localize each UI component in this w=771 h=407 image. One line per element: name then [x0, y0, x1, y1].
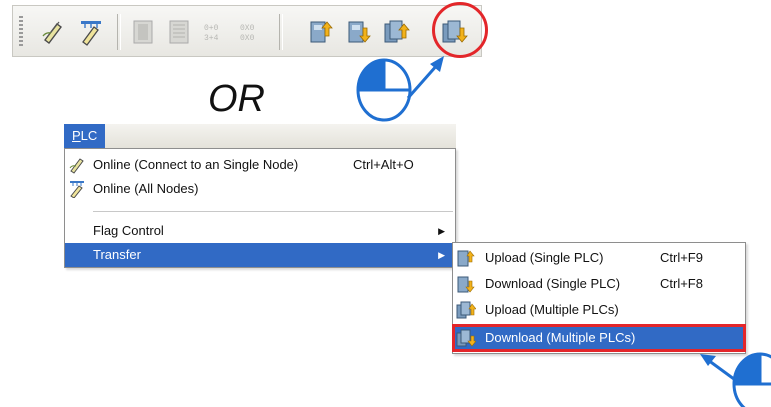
menu-item-transfer[interactable]: Transfer ▶ — [65, 243, 455, 267]
download-multiple-plcs-icon — [456, 329, 476, 347]
menu-separator — [93, 211, 453, 212]
menu-bar: PLC — [64, 124, 456, 149]
submenu-item-download-multiple-plcs[interactable]: Download (Multiple PLCs) — [452, 324, 746, 352]
toolbar-separator — [279, 14, 283, 50]
svg-text:0X0: 0X0 — [240, 34, 255, 43]
svg-text:0+0: 0+0 — [204, 24, 219, 33]
svg-text:3+4: 3+4 — [204, 34, 219, 43]
disabled-button-4[interactable]: 0X0 0X0 — [235, 14, 271, 50]
online-single-node-button[interactable] — [35, 14, 71, 50]
menu-item-label: Online (Connect to an Single Node) — [93, 157, 299, 172]
or-label: OR — [208, 78, 265, 120]
menu-item-flag-control[interactable]: Flag Control ▶ — [65, 219, 455, 243]
upload-multiple-plcs-icon — [456, 301, 476, 319]
disabled-button-2[interactable] — [161, 14, 197, 50]
upload-single-plc-button[interactable] — [303, 14, 339, 50]
svg-text:0X0: 0X0 — [240, 24, 255, 33]
online-all-nodes-icon — [70, 181, 84, 198]
disabled-icon: 0+0 3+4 — [204, 24, 219, 43]
pointer-arrow-icon — [406, 56, 444, 99]
online-all-nodes-icon — [81, 21, 101, 46]
submenu-item-upload-multiple-plcs[interactable]: Upload (Multiple PLCs) — [453, 297, 745, 323]
submenu-item-download-single-plc[interactable]: Download (Single PLC) Ctrl+F8 — [453, 271, 745, 297]
disabled-button-3[interactable]: 0+0 3+4 — [199, 14, 235, 50]
menu-item-label: Flag Control — [93, 223, 164, 238]
disabled-icon: 0X0 0X0 — [240, 24, 255, 43]
menu-item-label: Online (All Nodes) — [93, 181, 199, 196]
online-single-node-icon — [69, 158, 84, 174]
menu-item-online-all-nodes[interactable]: Online (All Nodes) — [65, 177, 455, 201]
mouse-icon — [732, 352, 771, 407]
toolbar: 0+0 3+4 0X0 0X0 — [12, 5, 482, 57]
toolbar-grip[interactable] — [19, 16, 23, 48]
toolbar-separator — [117, 14, 121, 50]
submenu-item-shortcut: Ctrl+F9 — [660, 250, 703, 265]
disabled-icon — [133, 20, 153, 44]
menu-plc-mnemonic: P — [72, 128, 81, 143]
highlight-circle — [432, 2, 488, 58]
submenu-item-upload-single-plc[interactable]: Upload (Single PLC) Ctrl+F9 — [453, 245, 745, 271]
menu-item-label: Transfer — [93, 247, 141, 262]
submenu-item-label: Download (Single PLC) — [485, 276, 621, 291]
transfer-submenu: Upload (Single PLC) Ctrl+F9 Download (Si… — [452, 242, 746, 354]
disabled-icon — [169, 20, 189, 44]
menu-item-shortcut: Ctrl+Alt+O — [353, 157, 414, 172]
upload-single-plc-icon — [310, 21, 333, 43]
upload-multiple-plcs-button[interactable] — [379, 14, 415, 50]
download-single-plc-button[interactable] — [341, 14, 377, 50]
menu-plc-label: LC — [80, 128, 98, 143]
plc-menu: Online (Connect to an Single Node) Ctrl+… — [64, 148, 456, 268]
menu-plc[interactable]: PLC — [64, 124, 106, 148]
menu-item-online-single-node[interactable]: Online (Connect to an Single Node) Ctrl+… — [65, 153, 455, 177]
upload-single-plc-icon — [457, 250, 475, 267]
submenu-item-label: Download (Multiple PLCs) — [485, 330, 636, 345]
upload-multiple-plcs-icon — [384, 20, 410, 43]
online-single-node-icon — [42, 21, 62, 44]
submenu-arrow-icon: ▶ — [438, 250, 445, 260]
submenu-arrow-icon: ▶ — [438, 226, 445, 236]
submenu-item-label: Upload (Single PLC) — [485, 250, 604, 265]
online-all-nodes-button[interactable] — [73, 14, 109, 50]
submenu-item-label: Upload (Multiple PLCs) — [485, 302, 619, 317]
download-single-plc-icon — [348, 21, 371, 43]
disabled-button-1[interactable] — [125, 14, 161, 50]
download-single-plc-icon — [457, 276, 475, 293]
submenu-item-shortcut: Ctrl+F8 — [660, 276, 703, 291]
